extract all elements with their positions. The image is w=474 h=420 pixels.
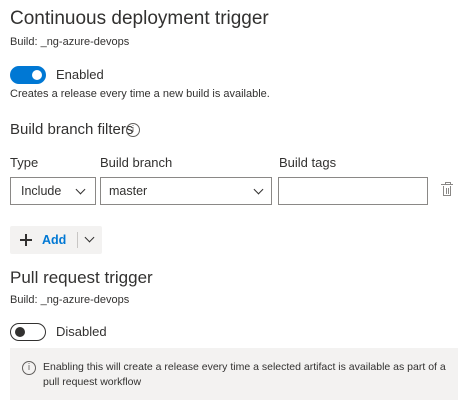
- trash-icon[interactable]: [441, 182, 453, 197]
- chevron-down-icon: [253, 184, 264, 195]
- pr-trigger-toggle[interactable]: [10, 323, 46, 341]
- cd-trigger-toggle[interactable]: [10, 66, 46, 84]
- add-label: Add: [42, 233, 67, 247]
- pr-trigger-title: Pull request trigger: [10, 268, 153, 287]
- column-header-type: Type: [10, 155, 39, 170]
- column-header-tags: Build tags: [279, 155, 337, 170]
- add-filter-button[interactable]: Add: [10, 226, 102, 254]
- cd-trigger-build: Build: _ng-azure-devops: [10, 36, 130, 48]
- column-header-branch: Build branch: [100, 155, 173, 170]
- info-circle-icon: i: [22, 361, 36, 375]
- pr-info-message: Enabling this will create a release ever…: [43, 361, 446, 388]
- pr-trigger-toggle-label: Disabled: [56, 324, 107, 339]
- toggle-knob: [32, 70, 42, 80]
- chevron-down-icon[interactable]: [84, 232, 95, 243]
- toggle-knob: [15, 327, 25, 337]
- pr-info-bar: i Enabling this will create a release ev…: [10, 348, 458, 400]
- type-dropdown[interactable]: Include: [10, 177, 96, 205]
- type-dropdown-value: Include: [21, 184, 62, 198]
- info-circle-icon[interactable]: i: [126, 123, 140, 137]
- branch-dropdown-value: master: [109, 184, 148, 198]
- branch-filters-heading: Build branch filters: [10, 121, 134, 138]
- cd-trigger-title: Continuous deployment trigger: [10, 8, 269, 29]
- cd-trigger-description: Creates a release every time a new build…: [10, 88, 270, 100]
- build-tags-input[interactable]: [278, 177, 428, 205]
- chevron-down-icon: [75, 184, 86, 195]
- branch-dropdown[interactable]: master: [100, 177, 272, 205]
- cd-trigger-toggle-label: Enabled: [56, 67, 104, 82]
- pr-trigger-build: Build: _ng-azure-devops: [10, 294, 130, 306]
